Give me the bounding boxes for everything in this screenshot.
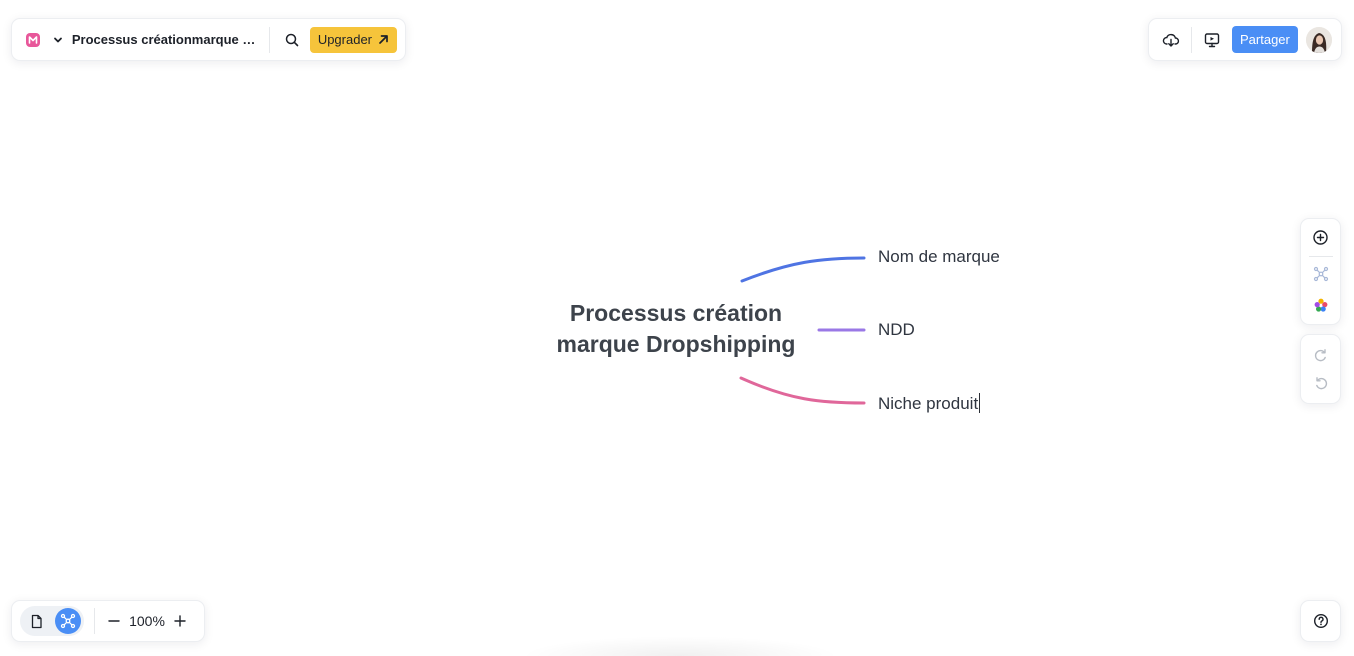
zoom-in-button[interactable] — [169, 607, 191, 635]
mindmap-canvas[interactable]: Processus création marque Dropshipping N… — [0, 0, 1354, 656]
central-topic[interactable]: Processus création marque Dropshipping — [540, 298, 812, 360]
divider — [1191, 26, 1192, 53]
help-button[interactable] — [1307, 607, 1335, 635]
side-toolbar-history — [1300, 334, 1341, 404]
branch-topic-ndd[interactable]: NDD — [878, 320, 915, 340]
bottom-toolbar: 100% — [11, 600, 205, 642]
user-avatar-icon — [1305, 26, 1332, 53]
outline-view-button[interactable] — [23, 608, 49, 634]
present-icon — [1204, 32, 1220, 47]
bottom-shadow — [520, 636, 840, 656]
theme-colors-button[interactable] — [1307, 293, 1335, 318]
cloud-download-icon — [1162, 33, 1180, 47]
text-cursor — [979, 393, 981, 413]
branch-topic-nom-de-marque[interactable]: Nom de marque — [878, 247, 1000, 267]
branch-connector-nom-de-marque — [740, 256, 866, 283]
mindmap-icon — [1313, 266, 1328, 282]
branch-topic-niche-produit[interactable]: Niche produit — [878, 393, 981, 414]
branch-topic-label: Niche produit — [878, 394, 979, 413]
divider — [1308, 256, 1333, 258]
cloud-download-button[interactable] — [1157, 26, 1185, 54]
mindmap-view-button[interactable] — [55, 608, 81, 634]
present-button[interactable] — [1198, 26, 1226, 54]
add-node-button[interactable] — [1307, 225, 1335, 250]
mindmap-icon — [60, 613, 76, 629]
plus-icon — [174, 615, 186, 627]
zoom-out-button[interactable] — [103, 607, 125, 635]
help-panel — [1300, 600, 1341, 642]
document-icon — [31, 614, 42, 628]
top-right-toolbar: Partager — [1148, 18, 1342, 61]
branch-connector-niche-produit — [739, 376, 866, 405]
logo-icon[interactable] — [24, 31, 42, 49]
divider — [94, 608, 95, 634]
minus-icon — [108, 620, 120, 622]
add-circle-icon — [1313, 230, 1328, 245]
upgrade-label: Upgrader — [317, 32, 373, 47]
divider — [268, 26, 270, 53]
chevron-down-icon[interactable] — [50, 32, 66, 48]
arrow-up-right-icon — [378, 34, 389, 45]
side-toolbar-tools — [1300, 218, 1341, 325]
redo-icon — [1314, 349, 1326, 362]
top-left-toolbar: Processus créationmarque Dr... Upgrader — [11, 18, 406, 61]
mindmap-layout-button[interactable] — [1307, 261, 1335, 286]
help-icon — [1313, 613, 1328, 629]
redo-button[interactable] — [1307, 341, 1335, 369]
avatar[interactable] — [1305, 26, 1332, 53]
document-title[interactable]: Processus créationmarque Dr... — [72, 32, 263, 47]
upgrade-button[interactable]: Upgrader — [309, 26, 398, 53]
undo-icon — [1315, 377, 1327, 390]
view-mode-toggle — [20, 606, 84, 636]
search-icon — [285, 33, 299, 46]
share-button[interactable]: Partager — [1232, 26, 1298, 53]
palette-icon — [1314, 298, 1327, 312]
undo-button[interactable] — [1307, 369, 1335, 397]
zoom-level[interactable]: 100% — [125, 613, 169, 629]
search-button[interactable] — [278, 26, 306, 54]
